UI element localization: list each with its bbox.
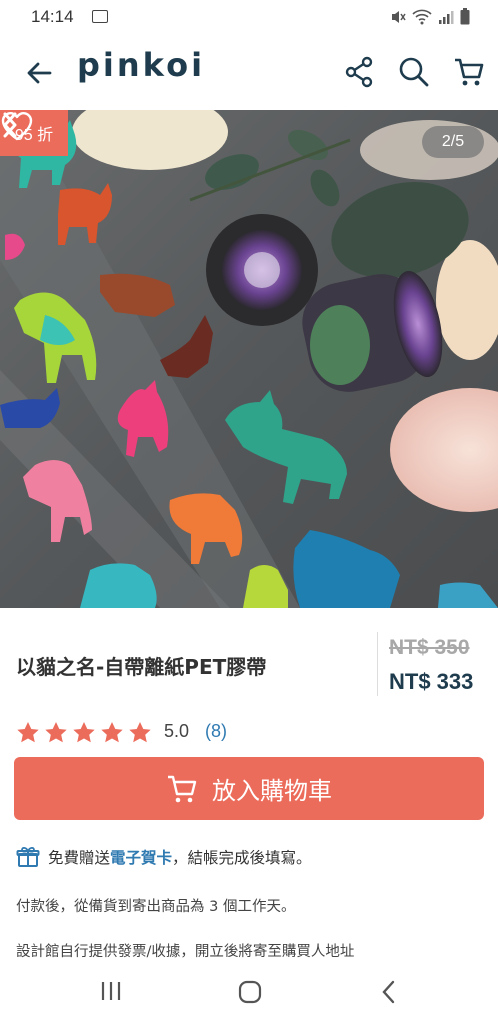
product-photo [0,110,498,608]
star-icon [45,722,67,743]
share-icon[interactable] [344,56,374,88]
image-counter: 2/5 [422,126,484,158]
product-image-gallery[interactable]: 95 折 2/5 [0,110,498,608]
cart-icon [168,775,197,802]
system-back-icon[interactable] [380,980,398,1004]
pinkoi-logo[interactable]: pinkoi [77,46,205,84]
e-card-link[interactable]: 電子賀卡 [110,849,172,867]
review-count-link[interactable]: (8) [205,721,227,742]
rating-stars [16,721,152,743]
status-icons [390,8,470,25]
gift-prefix: 免費贈送 [48,849,111,867]
gift-card-note: 免費贈送電子賀卡，結帳完成後填寫。 [16,845,312,869]
favorite-heart-icon[interactable] [0,110,34,142]
status-bar: 14:14 [0,0,498,36]
price-divider [377,632,378,696]
shipping-note: 付款後，從備貨到寄出商品為 3 個工作天。 [16,899,296,915]
recent-apps-icon[interactable] [100,980,122,1002]
original-price: NT$ 350 [389,636,470,659]
add-to-cart-label: 放入購物車 [212,777,332,805]
product-title: 以貓之名-自帶離紙PET膠帶 [16,655,267,679]
mute-icon [392,10,406,23]
back-arrow-icon[interactable] [24,58,54,88]
gallery-notification-icon [92,10,108,23]
gift-icon [16,846,40,867]
home-icon[interactable] [238,980,262,1004]
battery-icon [460,8,470,25]
system-nav-bar [0,958,498,1024]
add-to-cart-button[interactable]: 放入購物車 [14,757,484,820]
star-icon [73,722,95,743]
rating-value: 5.0 [164,721,190,741]
star-icon [129,722,151,743]
signal-icon [439,10,454,24]
app-bar: pinkoi [0,36,498,110]
star-icon [17,722,39,743]
status-time: 14:14 [31,7,74,26]
wifi-icon [412,9,432,24]
star-icon [101,722,123,743]
sale-price: NT$ 333 [389,669,474,694]
cart-icon[interactable] [453,56,485,88]
gift-suffix: ，結帳完成後填寫。 [172,849,312,867]
search-icon[interactable] [398,56,430,88]
